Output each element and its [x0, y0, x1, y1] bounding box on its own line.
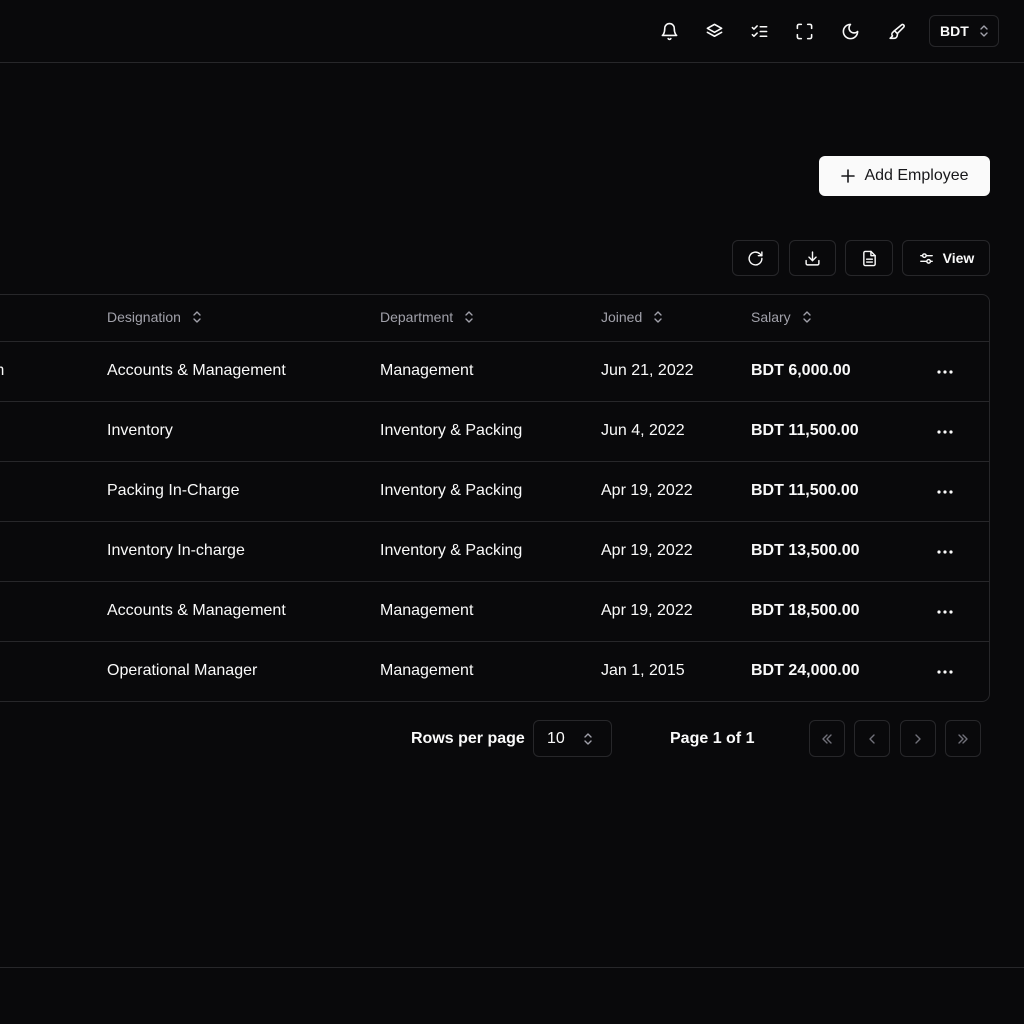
refresh-button[interactable] [732, 240, 779, 276]
row-actions-button[interactable] [931, 659, 959, 685]
chevron-right-icon [915, 733, 921, 744]
footer-divider [0, 967, 1024, 968]
chevron-left-icon [869, 733, 875, 744]
row-actions-button[interactable] [931, 419, 959, 445]
cell-salary: BDT 11,500.00 [751, 422, 859, 439]
column-header-joined[interactable]: Joined [601, 309, 664, 325]
table-row[interactable]: Accounts & Management Management Apr 19,… [0, 582, 989, 642]
moon-icon[interactable] [839, 20, 861, 42]
cell-designation: Accounts & Management [107, 362, 286, 379]
more-horizontal-icon [937, 370, 953, 374]
cell-department: Inventory & Packing [380, 422, 523, 439]
bell-icon[interactable] [658, 20, 680, 42]
more-horizontal-icon [937, 670, 953, 674]
view-button[interactable]: View [902, 240, 990, 276]
cell-designation: Inventory [107, 422, 173, 439]
cell-department: Management [380, 602, 474, 619]
row-actions-button[interactable] [931, 599, 959, 625]
currency-select[interactable]: BDT [929, 15, 999, 47]
sort-icon [193, 311, 201, 323]
top-bar: BDT [0, 0, 1024, 63]
add-employee-button[interactable]: Add Employee [819, 156, 990, 196]
table-row[interactable]: Operational Manager Management Jan 1, 20… [0, 642, 989, 701]
cell-salary: BDT 18,500.00 [751, 602, 860, 619]
cell-designation: Inventory In-charge [107, 542, 245, 559]
more-horizontal-icon [937, 610, 953, 614]
layers-icon[interactable] [703, 20, 725, 42]
cell-joined: Apr 19, 2022 [601, 482, 693, 499]
refresh-icon [748, 250, 763, 266]
view-label: View [942, 250, 975, 266]
cell-joined: Apr 19, 2022 [601, 602, 693, 619]
rows-per-page-value: 10 [547, 729, 565, 747]
sort-icon [465, 311, 473, 323]
chevrons-up-down-icon [980, 25, 988, 37]
sort-icon [654, 311, 662, 323]
cell-name: m [0, 362, 4, 380]
row-actions-button[interactable] [931, 539, 959, 565]
cell-joined: Jan 1, 2015 [601, 662, 685, 679]
cell-designation: Operational Manager [107, 662, 258, 679]
add-employee-label: Add Employee [864, 167, 969, 184]
table-header: Designation Department Joined Salary [0, 295, 989, 342]
download-icon [805, 250, 820, 266]
table-row[interactable]: Inventory Inventory & Packing Jun 4, 202… [0, 402, 989, 462]
column-header-designation[interactable]: Designation [107, 309, 203, 325]
column-header-label: Salary [751, 309, 791, 325]
currency-value: BDT [940, 23, 969, 39]
paintbrush-icon[interactable] [885, 20, 907, 42]
checklist-icon[interactable] [748, 20, 770, 42]
cell-salary: BDT 24,000.00 [751, 662, 860, 679]
row-actions-button[interactable] [931, 479, 959, 505]
sort-icon [802, 311, 811, 323]
rows-per-page-select[interactable]: 10 [533, 720, 612, 757]
cell-salary: BDT 11,500.00 [751, 482, 859, 499]
first-page-button[interactable] [809, 720, 845, 757]
more-horizontal-icon [937, 550, 953, 554]
table-row[interactable]: Packing In-Charge Inventory & Packing Ap… [0, 462, 989, 522]
column-header-label: Department [380, 309, 454, 325]
cell-salary: BDT 6,000.00 [751, 362, 851, 379]
table-row[interactable]: m Accounts & Management Management Jun 2… [0, 342, 989, 402]
chevrons-right-icon [958, 733, 968, 744]
file-text-icon [862, 250, 876, 266]
next-page-button[interactable] [900, 720, 936, 757]
cell-department: Inventory & Packing [380, 542, 523, 559]
download-button[interactable] [789, 240, 836, 276]
cell-designation: Accounts & Management [107, 602, 286, 619]
cell-department: Management [380, 662, 474, 679]
column-header-label: Designation [107, 309, 181, 325]
last-page-button[interactable] [945, 720, 981, 757]
page-indicator: Page 1 of 1 [670, 730, 755, 747]
cell-joined: Jun 21, 2022 [601, 362, 694, 379]
column-header-salary[interactable]: Salary [751, 309, 813, 325]
column-header-department[interactable]: Department [380, 309, 475, 325]
employee-table: Designation Department Joined Salary m A… [0, 294, 990, 702]
previous-page-button[interactable] [854, 720, 890, 757]
table-row[interactable]: Inventory In-charge Inventory & Packing … [0, 522, 989, 582]
cell-department: Inventory & Packing [380, 482, 523, 499]
cell-joined: Apr 19, 2022 [601, 542, 693, 559]
chevrons-up-down-icon [584, 733, 592, 745]
column-header-label: Joined [601, 309, 643, 325]
plus-icon [841, 169, 856, 183]
export-button[interactable] [845, 240, 893, 276]
rows-per-page-label: Rows per page [411, 730, 525, 747]
cell-joined: Jun 4, 2022 [601, 422, 685, 439]
chevrons-left-icon [822, 733, 832, 744]
sliders-icon [919, 252, 933, 264]
fullscreen-icon[interactable] [793, 20, 815, 42]
more-horizontal-icon [937, 490, 953, 494]
more-horizontal-icon [937, 430, 953, 434]
cell-salary: BDT 13,500.00 [751, 542, 860, 559]
cell-department: Management [380, 362, 474, 379]
cell-designation: Packing In-Charge [107, 482, 240, 499]
row-actions-button[interactable] [931, 359, 959, 385]
